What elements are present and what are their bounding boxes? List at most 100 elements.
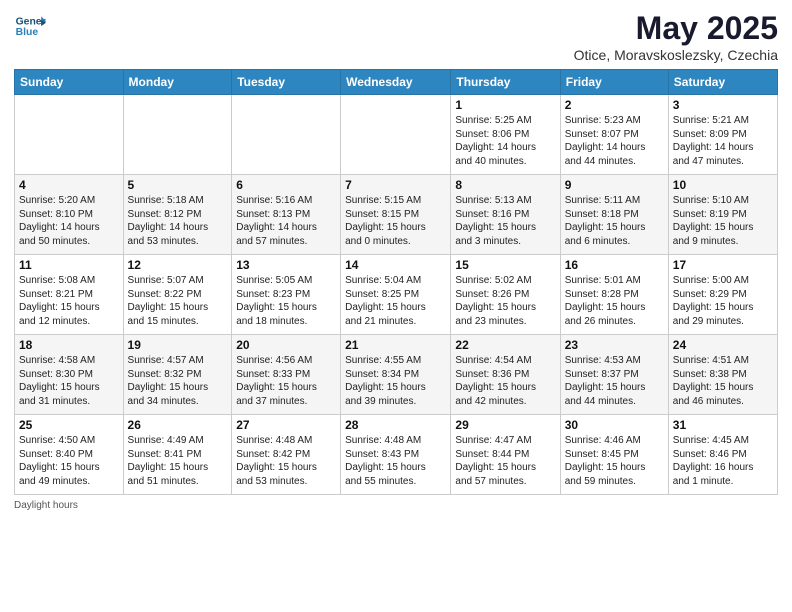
calendar-cell: 30 Sunrise: 4:46 AM Sunset: 8:45 PM Dayli… — [560, 415, 668, 495]
day-info: Sunrise: 4:48 AM Sunset: 8:42 PM Dayligh… — [236, 434, 336, 488]
calendar-cell: 31Sunrise: 4:45 AM Sunset: 8:46 PM Dayli… — [668, 415, 777, 495]
calendar-header-thursday: Thursday — [451, 70, 560, 95]
footer-daylight: Daylight hours — [14, 500, 778, 511]
calendar-header-sunday: Sunday — [15, 70, 124, 95]
calendar-cell: 3 Sunrise: 5:21 AM Sunset: 8:09 PM Daylig… — [668, 95, 777, 175]
calendar-header-saturday: Saturday — [668, 70, 777, 95]
day-number: 7 — [345, 178, 446, 192]
day-info: Sunrise: 4:48 AM Sunset: 8:43 PM Dayligh… — [345, 434, 446, 488]
day-number: 13 — [236, 258, 336, 272]
day-info: Sunrise: 5:20 AM Sunset: 8:10 PM Dayligh… — [19, 194, 119, 248]
calendar-cell: 7 Sunrise: 5:15 AM Sunset: 8:15 PM Daylig… — [341, 175, 451, 255]
logo-icon: General Blue — [14, 10, 46, 42]
day-info: Sunrise: 5:05 AM Sunset: 8:23 PM Dayligh… — [236, 274, 336, 328]
calendar-table: SundayMondayTuesdayWednesdayThursdayFrid… — [14, 69, 778, 495]
calendar-header-friday: Friday — [560, 70, 668, 95]
day-info: Sunrise: 4:53 AM Sunset: 8:37 PM Dayligh… — [565, 354, 664, 408]
calendar-cell: 16Sunrise: 5:01 AM Sunset: 8:28 PM Dayli… — [560, 255, 668, 335]
page: General Blue May 2025 Otice, Moravskosle… — [0, 0, 792, 612]
header: General Blue May 2025 Otice, Moravskosle… — [14, 10, 778, 63]
day-info: Sunrise: 5:15 AM Sunset: 8:15 PM Dayligh… — [345, 194, 446, 248]
calendar-cell — [123, 95, 232, 175]
calendar-cell — [15, 95, 124, 175]
calendar-week-2: 4 Sunrise: 5:20 AM Sunset: 8:10 PM Daylig… — [15, 175, 778, 255]
svg-text:Blue: Blue — [16, 27, 39, 38]
day-number: 6 — [236, 178, 336, 192]
calendar-cell: 2Sunrise: 5:23 AM Sunset: 8:07 PM Daylig… — [560, 95, 668, 175]
calendar-cell: 5Sunrise: 5:18 AM Sunset: 8:12 PM Daylig… — [123, 175, 232, 255]
day-number: 1 — [455, 98, 555, 112]
calendar-cell: 18Sunrise: 4:58 AM Sunset: 8:30 PM Dayli… — [15, 335, 124, 415]
day-number: 31 — [673, 418, 773, 432]
calendar-cell: 9Sunrise: 5:11 AM Sunset: 8:18 PM Daylig… — [560, 175, 668, 255]
calendar-header-tuesday: Tuesday — [232, 70, 341, 95]
calendar-cell: 22 Sunrise: 4:54 AM Sunset: 8:36 PM Dayli… — [451, 335, 560, 415]
calendar-cell: 1 Sunrise: 5:25 AM Sunset: 8:06 PM Daylig… — [451, 95, 560, 175]
day-info: Sunrise: 4:56 AM Sunset: 8:33 PM Dayligh… — [236, 354, 336, 408]
calendar-cell: 8 Sunrise: 5:13 AM Sunset: 8:16 PM Daylig… — [451, 175, 560, 255]
calendar-header-row: SundayMondayTuesdayWednesdayThursdayFrid… — [15, 70, 778, 95]
calendar-cell: 29Sunrise: 4:47 AM Sunset: 8:44 PM Dayli… — [451, 415, 560, 495]
calendar-cell: 6 Sunrise: 5:16 AM Sunset: 8:13 PM Daylig… — [232, 175, 341, 255]
day-number: 22 — [455, 338, 555, 352]
calendar-cell: 11Sunrise: 5:08 AM Sunset: 8:21 PM Dayli… — [15, 255, 124, 335]
day-number: 5 — [128, 178, 228, 192]
title-block: May 2025 Otice, Moravskoslezsky, Czechia — [574, 10, 778, 63]
day-info: Sunrise: 5:13 AM Sunset: 8:16 PM Dayligh… — [455, 194, 555, 248]
day-info: Sunrise: 5:07 AM Sunset: 8:22 PM Dayligh… — [128, 274, 228, 328]
day-info: Sunrise: 5:01 AM Sunset: 8:28 PM Dayligh… — [565, 274, 664, 328]
day-number: 11 — [19, 258, 119, 272]
calendar-cell: 25Sunrise: 4:50 AM Sunset: 8:40 PM Dayli… — [15, 415, 124, 495]
calendar-cell: 28Sunrise: 4:48 AM Sunset: 8:43 PM Dayli… — [341, 415, 451, 495]
day-number: 26 — [128, 418, 228, 432]
day-number: 4 — [19, 178, 119, 192]
logo: General Blue — [14, 10, 46, 42]
calendar-cell: 15Sunrise: 5:02 AM Sunset: 8:26 PM Dayli… — [451, 255, 560, 335]
calendar-cell: 26 Sunrise: 4:49 AM Sunset: 8:41 PM Dayli… — [123, 415, 232, 495]
day-number: 18 — [19, 338, 119, 352]
calendar-cell: 12 Sunrise: 5:07 AM Sunset: 8:22 PM Dayli… — [123, 255, 232, 335]
day-number: 15 — [455, 258, 555, 272]
day-number: 8 — [455, 178, 555, 192]
day-number: 21 — [345, 338, 446, 352]
day-info: Sunrise: 5:04 AM Sunset: 8:25 PM Dayligh… — [345, 274, 446, 328]
day-info: Sunrise: 5:16 AM Sunset: 8:13 PM Dayligh… — [236, 194, 336, 248]
calendar-cell: 14 Sunrise: 5:04 AM Sunset: 8:25 PM Dayli… — [341, 255, 451, 335]
day-number: 19 — [128, 338, 228, 352]
day-info: Sunrise: 5:00 AM Sunset: 8:29 PM Dayligh… — [673, 274, 773, 328]
daylight-hours-label: Daylight hours — [14, 500, 78, 511]
day-number: 17 — [673, 258, 773, 272]
day-number: 30 — [565, 418, 664, 432]
day-number: 23 — [565, 338, 664, 352]
day-number: 20 — [236, 338, 336, 352]
day-number: 12 — [128, 258, 228, 272]
day-info: Sunrise: 4:55 AM Sunset: 8:34 PM Dayligh… — [345, 354, 446, 408]
day-number: 2 — [565, 98, 664, 112]
calendar-week-3: 11Sunrise: 5:08 AM Sunset: 8:21 PM Dayli… — [15, 255, 778, 335]
calendar-cell — [232, 95, 341, 175]
calendar-header-wednesday: Wednesday — [341, 70, 451, 95]
day-info: Sunrise: 4:57 AM Sunset: 8:32 PM Dayligh… — [128, 354, 228, 408]
calendar-cell: 23 Sunrise: 4:53 AM Sunset: 8:37 PM Dayli… — [560, 335, 668, 415]
calendar-cell: 17 Sunrise: 5:00 AM Sunset: 8:29 PM Dayli… — [668, 255, 777, 335]
location-subtitle: Otice, Moravskoslezsky, Czechia — [574, 47, 778, 63]
day-number: 24 — [673, 338, 773, 352]
calendar-cell: 10Sunrise: 5:10 AM Sunset: 8:19 PM Dayli… — [668, 175, 777, 255]
calendar-cell: 20 Sunrise: 4:56 AM Sunset: 8:33 PM Dayli… — [232, 335, 341, 415]
day-number: 3 — [673, 98, 773, 112]
day-info: Sunrise: 5:21 AM Sunset: 8:09 PM Dayligh… — [673, 114, 773, 168]
calendar-week-4: 18Sunrise: 4:58 AM Sunset: 8:30 PM Dayli… — [15, 335, 778, 415]
calendar-cell — [341, 95, 451, 175]
day-info: Sunrise: 4:49 AM Sunset: 8:41 PM Dayligh… — [128, 434, 228, 488]
calendar-cell: 19 Sunrise: 4:57 AM Sunset: 8:32 PM Dayli… — [123, 335, 232, 415]
day-info: Sunrise: 5:11 AM Sunset: 8:18 PM Dayligh… — [565, 194, 664, 248]
day-info: Sunrise: 4:46 AM Sunset: 8:45 PM Dayligh… — [565, 434, 664, 488]
calendar-cell: 27 Sunrise: 4:48 AM Sunset: 8:42 PM Dayli… — [232, 415, 341, 495]
calendar-cell: 4 Sunrise: 5:20 AM Sunset: 8:10 PM Daylig… — [15, 175, 124, 255]
day-info: Sunrise: 5:25 AM Sunset: 8:06 PM Dayligh… — [455, 114, 555, 168]
day-number: 14 — [345, 258, 446, 272]
day-info: Sunrise: 4:47 AM Sunset: 8:44 PM Dayligh… — [455, 434, 555, 488]
day-number: 27 — [236, 418, 336, 432]
day-info: Sunrise: 4:51 AM Sunset: 8:38 PM Dayligh… — [673, 354, 773, 408]
day-info: Sunrise: 4:54 AM Sunset: 8:36 PM Dayligh… — [455, 354, 555, 408]
